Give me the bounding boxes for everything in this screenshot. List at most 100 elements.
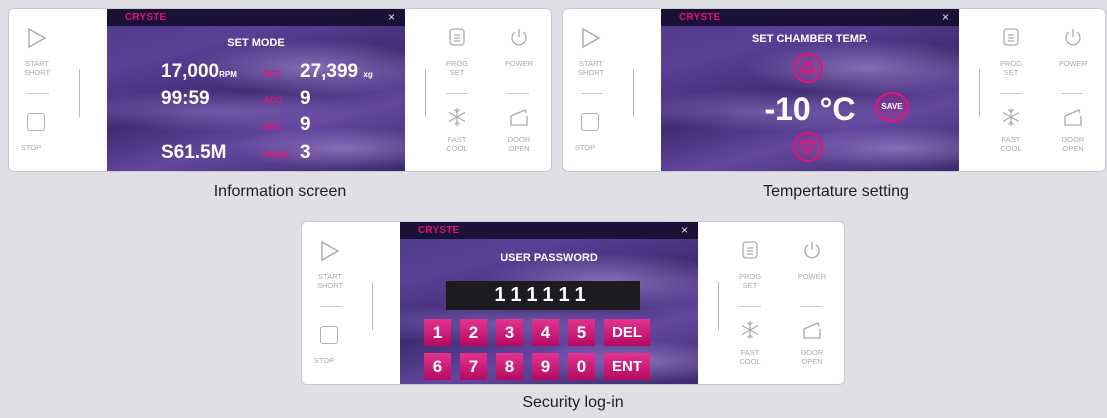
divider <box>1061 93 1083 94</box>
rotor-value[interactable]: S61.5M <box>161 142 226 164</box>
door-open-icon[interactable] <box>1063 107 1083 127</box>
vertical-divider <box>979 69 980 117</box>
acc-label: ACC <box>263 95 283 105</box>
time-value[interactable]: 99:59 <box>161 88 210 110</box>
snowflake-icon[interactable] <box>1001 107 1021 127</box>
info-screen: CRYSTE × SET MODE 17,000RPM RCF 27,399 x… <box>107 9 405 171</box>
screen-titlebar: CRYSTE × <box>107 9 405 26</box>
start-play-icon[interactable] <box>581 27 601 49</box>
screen-title: SET MODE <box>227 37 285 49</box>
brand-logo: CRYSTE <box>418 225 460 236</box>
info-caption: Information screen <box>213 183 347 200</box>
key-0-button[interactable]: 0 <box>568 353 595 380</box>
key-3-button[interactable]: 3 <box>496 319 523 346</box>
stop-square-icon[interactable] <box>27 113 45 131</box>
vertical-divider <box>79 69 80 117</box>
prog-set-label: PROG SET <box>999 59 1023 77</box>
vertical-divider <box>425 69 426 117</box>
close-icon[interactable]: × <box>388 10 395 24</box>
password-display[interactable]: 111111 <box>446 281 640 310</box>
start-play-icon[interactable] <box>27 27 47 49</box>
rcf-label: RCF <box>263 69 282 79</box>
divider <box>800 306 822 307</box>
screen-title: SET CHAMBER TEMP. <box>752 33 868 45</box>
prog-set-icon[interactable] <box>447 27 467 47</box>
door-open-icon[interactable] <box>509 107 529 127</box>
screen-titlebar: CRYSTE × <box>661 9 959 26</box>
speed-value[interactable]: 17,000RPM <box>161 61 237 83</box>
vertical-divider <box>372 282 373 330</box>
prog-set-label: PROG SET <box>738 272 762 290</box>
right-controls: PROG SET POWER FAST COOL DOOR OPEN <box>698 222 844 384</box>
brand-logo: CRYSTE <box>125 12 167 23</box>
stop-label: STOP <box>20 143 42 152</box>
dec-value[interactable]: 9 <box>300 114 311 136</box>
power-icon[interactable] <box>509 27 529 47</box>
close-icon[interactable]: × <box>942 10 949 24</box>
temp-down-button[interactable] <box>793 132 823 162</box>
divider <box>446 93 468 94</box>
start-play-icon[interactable] <box>320 240 340 262</box>
prog-set-icon[interactable] <box>1001 27 1021 47</box>
door-open-label: DOOR OPEN <box>507 135 531 153</box>
acc-value[interactable]: 9 <box>300 88 311 110</box>
door-open-icon[interactable] <box>802 320 822 340</box>
prog-label: PROG <box>263 150 290 160</box>
info-panel: START SHORT STOP CRYSTE × SET MODE 17,000… <box>8 8 552 172</box>
snowflake-icon[interactable] <box>740 320 760 340</box>
key-5-button[interactable]: 5 <box>568 319 595 346</box>
key-8-button[interactable]: 8 <box>496 353 523 380</box>
power-label: POWER <box>797 272 827 281</box>
save-button[interactable]: SAVE <box>875 92 909 122</box>
door-open-label: DOOR OPEN <box>800 348 824 366</box>
key-6-button[interactable]: 6 <box>424 353 451 380</box>
power-label: POWER <box>1058 59 1088 68</box>
close-icon[interactable]: × <box>681 223 688 237</box>
snowflake-icon[interactable] <box>447 107 467 127</box>
key-9-button[interactable]: 9 <box>532 353 559 380</box>
rcf-value[interactable]: 27,399 xg <box>300 61 373 83</box>
prog-set-icon[interactable] <box>740 240 760 260</box>
stop-label: STOP <box>313 356 335 365</box>
power-icon[interactable] <box>1063 27 1083 47</box>
key-del-button[interactable]: DEL <box>604 319 650 346</box>
temp-up-button[interactable] <box>793 53 823 83</box>
prog-set-label: PROG SET <box>445 59 469 77</box>
left-controls: START SHORT STOP <box>563 9 661 171</box>
power-icon[interactable] <box>802 240 822 260</box>
screen-titlebar: CRYSTE × <box>400 222 698 239</box>
key-7-button[interactable]: 7 <box>460 353 487 380</box>
divider <box>1000 93 1022 94</box>
right-controls: PROG SET POWER FAST COOL DOOR OPEN <box>959 9 1105 171</box>
stop-label: STOP <box>574 143 596 152</box>
arrow-up-icon <box>799 59 816 74</box>
left-controls: START SHORT STOP <box>9 9 107 171</box>
temp-screen: CRYSTE × SET CHAMBER TEMP. -10 °C SAVE <box>661 9 959 171</box>
login-panel: START SHORT STOP CRYSTE × USER PASSWORD 1… <box>301 221 845 385</box>
key-1-button[interactable]: 1 <box>424 319 451 346</box>
stop-square-icon[interactable] <box>320 326 338 344</box>
vertical-divider <box>718 282 719 330</box>
key-4-button[interactable]: 4 <box>532 319 559 346</box>
prog-value[interactable]: 3 <box>300 142 311 164</box>
login-screen: CRYSTE × USER PASSWORD 111111 1 2 3 4 5 DEL 6 7… <box>400 222 698 384</box>
door-open-label: DOOR OPEN <box>1061 135 1085 153</box>
temperature-value: -10 °C <box>764 91 856 127</box>
power-label: POWER <box>504 59 534 68</box>
start-short-label: START SHORT <box>316 272 344 290</box>
divider <box>581 93 603 94</box>
screen-title: USER PASSWORD <box>500 252 598 264</box>
fast-cool-label: FAST COOL <box>739 348 761 366</box>
fast-cool-label: FAST COOL <box>446 135 468 153</box>
arrow-down-icon <box>799 140 816 155</box>
start-short-label: START SHORT <box>577 59 605 77</box>
left-controls: START SHORT STOP <box>302 222 400 384</box>
divider <box>320 306 342 307</box>
key-2-button[interactable]: 2 <box>460 319 487 346</box>
brand-logo: CRYSTE <box>679 12 721 23</box>
vertical-divider <box>633 69 634 117</box>
temp-panel: START SHORT STOP CRYSTE × SET CHAMBER TEM… <box>562 8 1106 172</box>
stop-square-icon[interactable] <box>581 113 599 131</box>
divider <box>27 93 49 94</box>
key-ent-button[interactable]: ENT <box>604 353 650 380</box>
